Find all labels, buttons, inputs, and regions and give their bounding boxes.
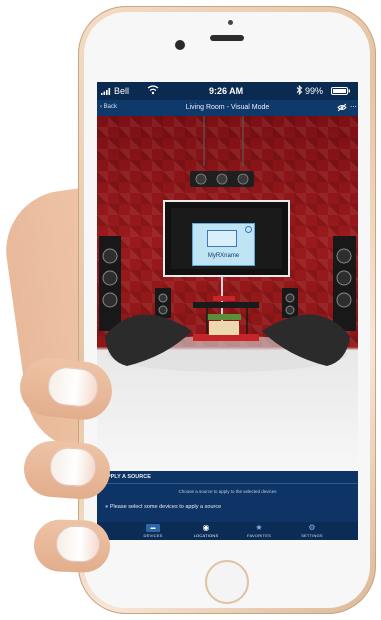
status-bar: Bell 9:26 AM 99%	[97, 82, 358, 100]
tab-settings-label: SETTINGS	[301, 533, 323, 538]
battery-percent: 99%	[305, 86, 324, 96]
devices-icon: ▬	[146, 524, 160, 532]
battery-icon	[331, 87, 351, 97]
navigation-bar: ‹ Back Living Room - Visual Mode ⋯	[97, 100, 358, 116]
tab-devices-label: DEVICES	[143, 533, 163, 538]
gear-icon: ⚙	[308, 523, 316, 532]
scene: Bell 9:26 AM 99% ‹ Back Living Room - Vi…	[0, 0, 381, 620]
carrier-name: Bell	[114, 86, 130, 96]
ring-nail	[55, 525, 101, 563]
apply-source-header: APPLY A SOURCE	[103, 474, 151, 480]
tab-bar: ▬ DEVICES ◉ LOCATIONS ★ FAVORITES ⚙ SETT…	[97, 522, 358, 540]
front-sensor	[228, 20, 233, 25]
page-title: Living Room - Visual Mode	[185, 104, 270, 111]
panel-divider	[97, 483, 358, 484]
apply-source-subtitle: Choose a source to apply to the selected…	[178, 489, 277, 494]
location-pin-icon: ◉	[202, 523, 210, 532]
info-icon: ●	[105, 504, 109, 510]
bluetooth-icon	[296, 84, 303, 97]
tab-locations[interactable]: ◉ LOCATIONS	[180, 522, 232, 540]
phone-screen: Bell 9:26 AM 99% ‹ Back Living Room - Vi…	[97, 82, 358, 540]
tab-devices[interactable]: ▬ DEVICES	[127, 522, 179, 540]
visibility-off-icon[interactable]	[337, 103, 347, 114]
no-selection-text: Please select some devices to apply a so…	[109, 504, 222, 510]
earpiece-speaker	[210, 35, 244, 41]
signal-icon	[101, 87, 111, 97]
tab-locations-label: LOCATIONS	[193, 533, 219, 538]
clock: 9:26 AM	[209, 86, 244, 96]
lounge-chairs	[105, 296, 350, 372]
wifi-icon	[147, 85, 159, 97]
room-visual: MyRXname	[97, 116, 358, 471]
star-icon: ★	[255, 523, 263, 532]
no-selection-message: ● Please select some devices to apply a …	[105, 504, 221, 510]
home-button[interactable]	[205, 560, 249, 604]
front-camera	[175, 40, 185, 50]
tab-favorites[interactable]: ★ FAVORITES	[233, 522, 285, 540]
middle-nail	[48, 446, 98, 488]
more-icon[interactable]: ⋯	[350, 103, 357, 111]
tab-settings[interactable]: ⚙ SETTINGS	[286, 522, 338, 540]
tab-favorites-label: FAVORITES	[247, 533, 271, 538]
